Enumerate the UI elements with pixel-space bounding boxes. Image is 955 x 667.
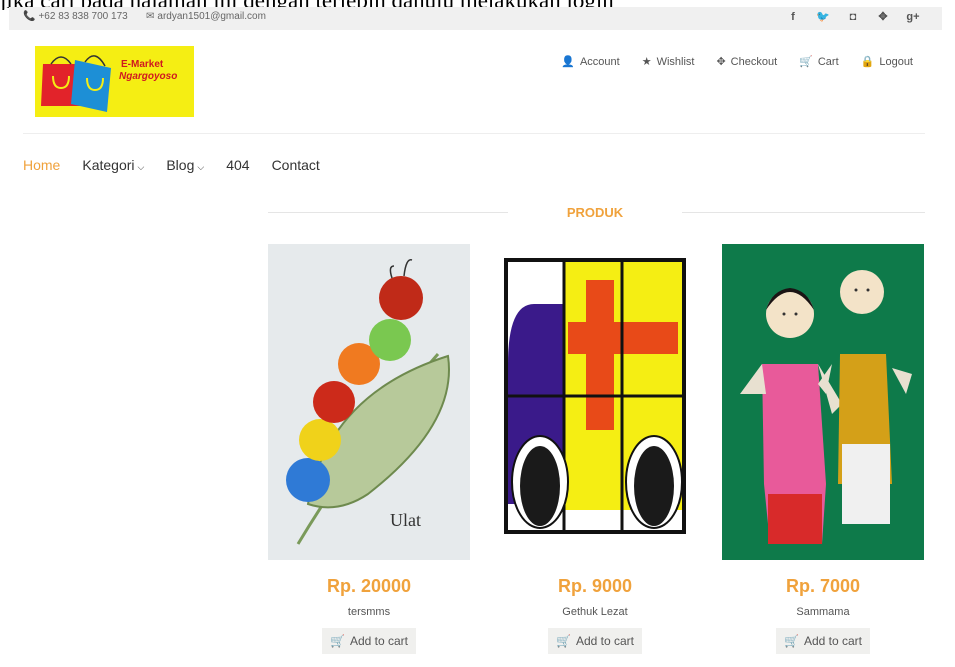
email-address: ardyan1501@gmail.com <box>157 11 266 22</box>
logout-label: Logout <box>879 55 913 68</box>
cart-link[interactable]: 🛒 Cart <box>799 55 839 69</box>
cart-icon: 🛒 <box>556 634 571 648</box>
header-divider <box>23 133 925 134</box>
logo-title: E-Market <box>121 59 164 70</box>
section-divider-right <box>682 212 925 213</box>
dribbble-icon[interactable]: ✥ <box>876 9 890 25</box>
phone-number: +62 83 838 700 173 <box>38 11 128 22</box>
cart-icon: 🛒 <box>784 634 799 648</box>
add-to-cart-label: Add to cart <box>349 634 408 648</box>
nav-home[interactable]: Home <box>23 157 60 173</box>
facebook-icon[interactable]: f <box>786 9 800 25</box>
envelope-icon: ✉ <box>146 11 155 22</box>
nav-kategori[interactable]: Kategori ⌵ <box>82 157 144 173</box>
product-image-puppets[interactable] <box>722 244 924 560</box>
cart-label: Cart <box>817 55 839 68</box>
logout-link[interactable]: 🔒 Logout <box>860 55 913 69</box>
add-to-cart-button[interactable]: 🛒 Add to cart <box>548 628 642 654</box>
add-to-cart-label: Add to cart <box>575 634 634 648</box>
section-divider-left <box>268 212 508 213</box>
product-card: Ulat Rp. 20000 tersmms 🛒 Add to cart <box>268 244 470 667</box>
product-price: Rp. 7000 <box>785 576 861 596</box>
wishlist-label: Wishlist <box>656 55 695 68</box>
social-links: f 🐦 ◘ ✥ g+ <box>786 9 920 25</box>
checkout-label: Checkout <box>730 55 778 68</box>
nav-blog-label: Blog <box>166 157 195 173</box>
account-label: Account <box>579 55 620 68</box>
phone-contact: 📞 +62 83 838 700 173 <box>23 11 128 22</box>
chevron-down-icon: ⌵ <box>197 162 205 172</box>
nav-404[interactable]: 404 <box>226 157 249 173</box>
product-card: Rp. 9000 Gethuk Lezat 🛒 Add to cart <box>494 244 696 667</box>
shopping-bags-icon <box>41 55 111 112</box>
product-price: Rp. 20000 <box>326 576 412 596</box>
product-name[interactable]: Sammama <box>722 606 924 618</box>
user-icon: 👤 <box>561 56 575 68</box>
image-caption: Ulat <box>390 510 421 530</box>
nav-blog[interactable]: Blog ⌵ <box>166 157 204 173</box>
nav-kategori-label: Kategori <box>82 157 135 173</box>
main-nav: Home Kategori ⌵ Blog ⌵ 404 Contact <box>23 157 320 173</box>
add-to-cart-button[interactable]: 🛒 Add to cart <box>776 628 870 654</box>
instagram-icon[interactable]: ◘ <box>846 9 860 25</box>
email-contact: ✉ ardyan1501@gmail.com <box>146 11 266 22</box>
product-image-caterpillar[interactable]: Ulat <box>268 244 470 560</box>
phone-icon: 📞 <box>23 11 36 22</box>
add-to-cart-button[interactable]: 🛒 Add to cart <box>322 628 416 654</box>
logo-subtitle: Ngargoyoso <box>119 71 178 82</box>
cart-icon: 🛒 <box>799 56 813 68</box>
add-to-cart-label: Add to cart <box>803 634 862 648</box>
crosshair-icon: ✥ <box>716 56 726 68</box>
top-bar: 📞 +62 83 838 700 173 ✉ ardyan1501@gmail.… <box>9 7 942 30</box>
checkout-link[interactable]: ✥ Checkout <box>716 55 778 69</box>
cart-icon: 🛒 <box>330 634 345 648</box>
twitter-icon[interactable]: 🐦 <box>816 9 830 25</box>
star-icon: ★ <box>641 56 652 68</box>
product-image-ambulance[interactable] <box>494 244 696 560</box>
product-price: Rp. 9000 <box>557 576 633 596</box>
product-name[interactable]: Gethuk Lezat <box>494 606 696 618</box>
nav-contact[interactable]: Contact <box>272 157 320 173</box>
site-logo[interactable]: E-Market Ngargoyoso <box>35 46 194 117</box>
product-card: Rp. 7000 Sammama 🛒 Add to cart <box>722 244 924 667</box>
product-name[interactable]: tersmms <box>268 606 470 618</box>
wishlist-link[interactable]: ★ Wishlist <box>641 55 695 69</box>
account-link[interactable]: 👤 Account <box>561 55 620 69</box>
user-nav: 👤 Account ★ Wishlist ✥ Checkout 🛒 Cart 🔒… <box>561 55 913 69</box>
chevron-down-icon: ⌵ <box>137 162 145 172</box>
googleplus-icon[interactable]: g+ <box>906 9 920 25</box>
section-title: PRODUK <box>566 205 624 220</box>
lock-icon: 🔒 <box>860 56 875 68</box>
